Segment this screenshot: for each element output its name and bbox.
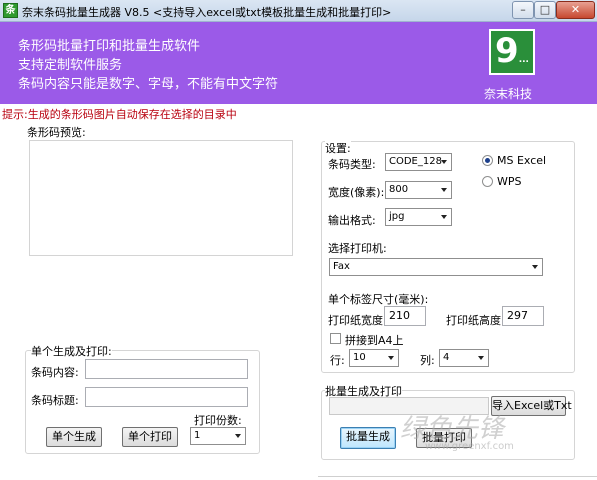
close-button[interactable]: ✕ <box>556 1 595 19</box>
barcode-caption-input[interactable] <box>85 387 248 407</box>
width-select[interactable]: 800 <box>385 181 452 199</box>
barcode-type-select[interactable]: CODE_128 <box>385 153 452 171</box>
save-tip: 提示:生成的条形码图片自动保存在选择的目录中 <box>2 108 237 121</box>
printer-label: 选择打印机: <box>328 242 387 255</box>
single-print-button[interactable]: 单个打印 <box>122 427 178 447</box>
format-label: 输出格式: <box>328 214 376 227</box>
single-group-title: 单个生成及打印: <box>31 343 112 359</box>
bottom-divider <box>318 476 597 480</box>
watermark-url: www.greenxf.com <box>425 441 514 452</box>
barcode-type-label: 条码类型: <box>328 158 376 171</box>
preview-label: 条形码预览: <box>27 126 86 139</box>
a4-checkbox[interactable] <box>330 333 341 344</box>
banner-line-3: 条码内容只能是数字、字母，不能有中文字符 <box>18 77 279 92</box>
single-generate-button[interactable]: 单个生成 <box>46 427 102 447</box>
paper-width-input[interactable]: 210 <box>384 306 426 326</box>
banner-line-2: 支持定制软件服务 <box>18 58 123 73</box>
rows-select[interactable]: 10 <box>349 349 399 367</box>
watermark-text: 绿色先锋 <box>400 414 505 444</box>
paper-width-label: 打印纸宽度: <box>328 314 387 327</box>
settings-label: 设置: <box>325 140 351 156</box>
header-banner: 条形码批量打印和批量生成软件 支持定制软件服务 条码内容只能是数字、字母，不能有… <box>0 22 597 104</box>
maximize-button[interactable]: □ <box>534 1 556 19</box>
barcode-content-input[interactable] <box>85 359 248 379</box>
wps-radio[interactable] <box>482 176 493 187</box>
app-icon: 条 <box>3 3 18 18</box>
printer-select[interactable]: Fax <box>329 258 543 276</box>
logo-digit: 9 <box>495 31 519 71</box>
paper-height-label: 打印纸高度: <box>446 314 505 327</box>
banner-line-1: 条形码批量打印和批量生成软件 <box>18 39 201 54</box>
cols-label: 列: <box>420 354 435 367</box>
ms-excel-label: MS Excel <box>497 154 547 167</box>
barcode-preview <box>29 140 293 256</box>
wps-label: WPS <box>497 175 522 188</box>
logo-dots: ... <box>518 55 529 65</box>
content-label: 条码内容: <box>31 366 79 379</box>
width-label: 宽度(像素): <box>328 186 385 199</box>
batch-generate-button[interactable]: 批量生成 <box>340 427 396 449</box>
minimize-button[interactable]: – <box>512 1 534 19</box>
paper-height-input[interactable]: 297 <box>502 306 544 326</box>
label-size-title: 单个标签尺寸(毫米): <box>328 293 429 306</box>
company-name: 奈末科技 <box>484 87 533 101</box>
window-title: 奈末条码批量生成器 V8.5 <支持导入excel或txt模板批量生成和批量打印… <box>22 6 392 19</box>
company-logo: 9... <box>489 29 535 75</box>
format-select[interactable]: jpg <box>385 208 452 226</box>
caption-label: 条码标题: <box>31 394 79 407</box>
rows-label: 行: <box>330 354 345 367</box>
a4-checkbox-label: 拼接到A4上 <box>345 334 404 347</box>
ms-excel-radio[interactable] <box>482 155 493 166</box>
copies-label: 打印份数: <box>194 414 242 427</box>
title-bar: 条 奈末条码批量生成器 V8.5 <支持导入excel或txt模板批量生成和批量… <box>0 0 597 22</box>
copies-select[interactable]: 1 <box>190 427 246 445</box>
cols-select[interactable]: 4 <box>439 349 489 367</box>
